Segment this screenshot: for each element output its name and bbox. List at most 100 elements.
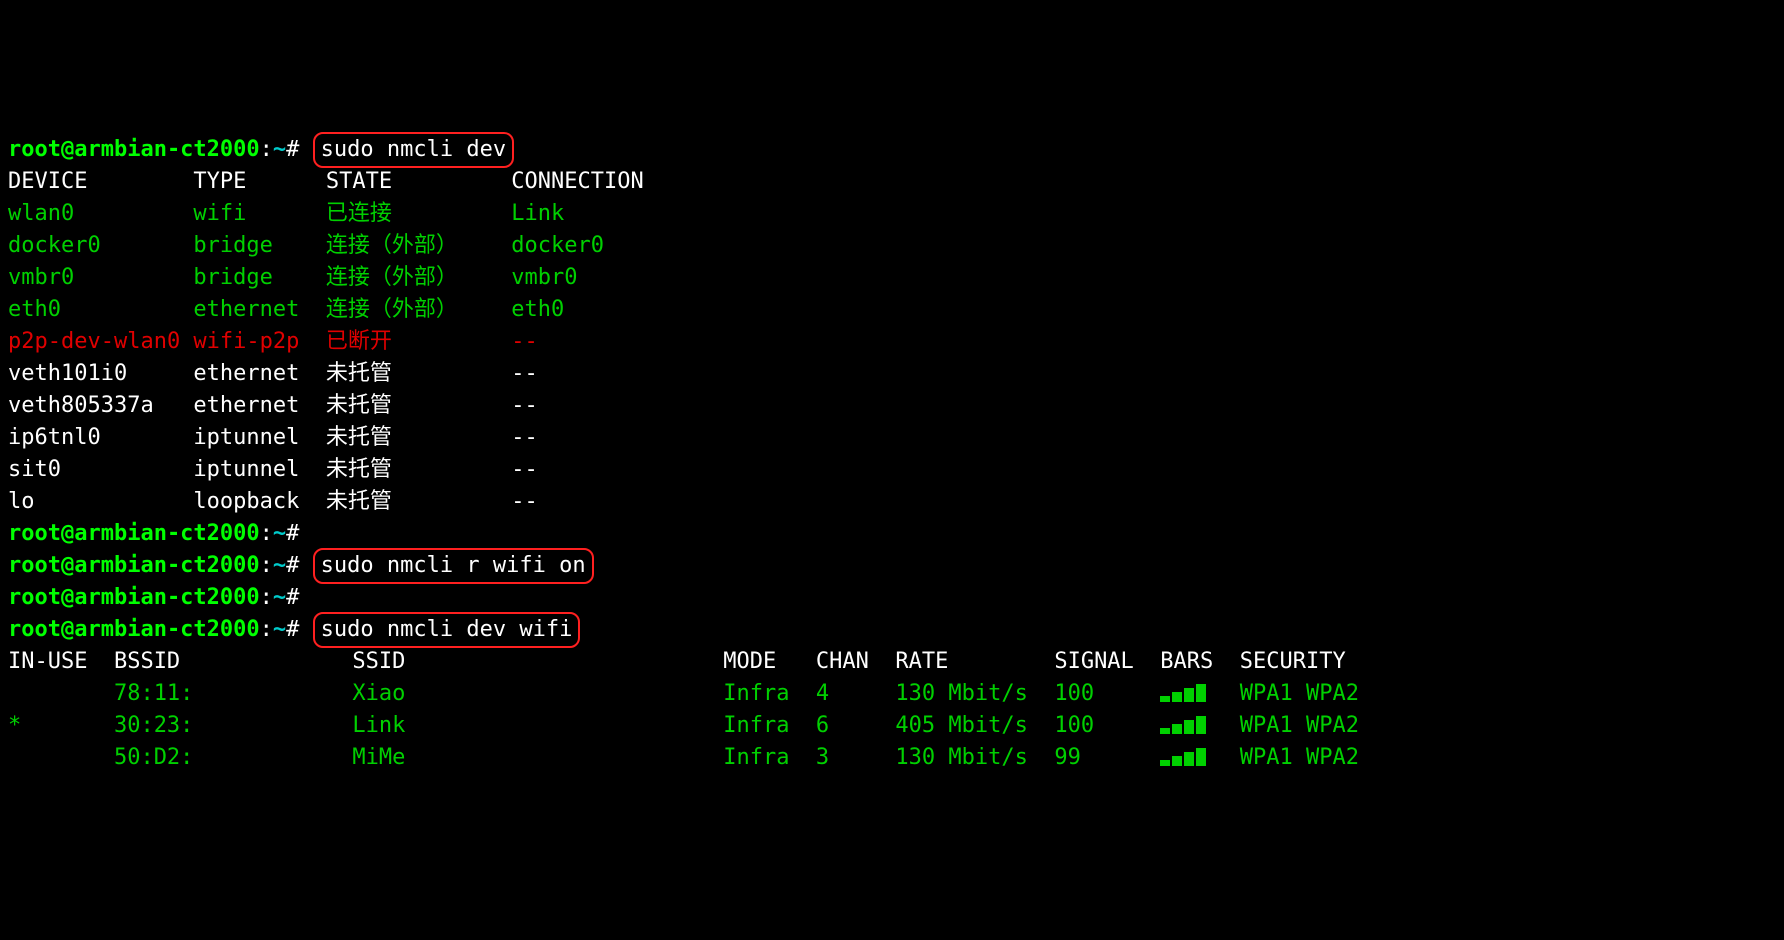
wifi-ssid: Xiao: [352, 678, 723, 710]
wifi-table-row: 50:D2:MiMeInfra3130 Mbit/s99WPA1 WPA2: [8, 742, 1776, 774]
dev-conn: --: [511, 454, 670, 486]
prompt-cwd: ~: [273, 553, 286, 578]
dev-device: wlan0: [8, 198, 193, 230]
prompt-hash: #: [286, 553, 299, 578]
wifi-chan: 6: [816, 710, 895, 742]
dev-device: veth101i0: [8, 358, 193, 390]
prompt-cwd: ~: [273, 585, 286, 610]
prompt-hash: #: [286, 617, 299, 642]
dev-table-row: docker0bridge连接（外部）docker0: [8, 230, 1776, 262]
dev-device: p2p-dev-wlan0: [8, 326, 193, 358]
prompt-colon: :: [260, 553, 273, 578]
wifi-bars: [1160, 742, 1239, 774]
hdr-state: STATE: [326, 166, 511, 198]
dev-device: veth805337a: [8, 390, 193, 422]
dev-table-row: loloopback未托管--: [8, 486, 1776, 518]
hdr-rate: RATE: [895, 646, 1054, 678]
wifi-signal: 100: [1054, 678, 1160, 710]
wifi-chan: 3: [816, 742, 895, 774]
wifi-table-row: *30:23:LinkInfra6405 Mbit/s100WPA1 WPA2: [8, 710, 1776, 742]
wifi-table-header: IN-USEBSSIDSSIDMODECHANRATESIGNALBARSSEC…: [8, 646, 1776, 678]
dev-table-row: veth101i0ethernet未托管--: [8, 358, 1776, 390]
dev-table-row: eth0ethernet连接（外部）eth0: [8, 294, 1776, 326]
prompt-colon: :: [260, 585, 273, 610]
wifi-chan: 4: [816, 678, 895, 710]
hdr-signal: SIGNAL: [1054, 646, 1160, 678]
hdr-mode: MODE: [723, 646, 816, 678]
terminal[interactable]: root@armbian-ct2000:~# sudo nmcli devDEV…: [8, 134, 1776, 774]
dev-type: wifi: [193, 198, 325, 230]
dev-type: iptunnel: [193, 422, 325, 454]
cmd-nmcli-wifi-on: sudo nmcli r wifi on: [313, 548, 594, 584]
wifi-rate: 130 Mbit/s: [895, 678, 1054, 710]
dev-state: 已连接: [326, 198, 511, 230]
hdr-inuse: IN-USE: [8, 646, 114, 678]
prompt-cwd: ~: [273, 617, 286, 642]
wifi-bssid: 50:D2:: [114, 742, 352, 774]
wifi-mode: Infra: [723, 742, 816, 774]
dev-device: lo: [8, 486, 193, 518]
dev-table-row: p2p-dev-wlan0wifi-p2p已断开--: [8, 326, 1776, 358]
wifi-ssid: MiMe: [352, 742, 723, 774]
wifi-bssid: 78:11:: [114, 678, 352, 710]
dev-table-row: ip6tnl0iptunnel未托管--: [8, 422, 1776, 454]
wifi-inuse: [8, 678, 114, 710]
cmd-text: sudo nmcli r wifi on: [321, 553, 586, 578]
cmd-nmcli-dev: sudo nmcli dev: [313, 132, 514, 168]
wifi-signal: 100: [1054, 710, 1160, 742]
dev-type: iptunnel: [193, 454, 325, 486]
wifi-table-row: 78:11:XiaoInfra4130 Mbit/s100 WPA1 WPA2: [8, 678, 1776, 710]
dev-conn: --: [511, 486, 670, 518]
wifi-rate: 130 Mbit/s: [895, 742, 1054, 774]
dev-table-header: DEVICETYPESTATECONNECTION: [8, 166, 1776, 198]
prompt-colon: :: [260, 521, 273, 546]
wifi-bssid: 30:23:: [114, 710, 352, 742]
wifi-rate: 405 Mbit/s: [895, 710, 1054, 742]
dev-state: 连接（外部）: [326, 230, 511, 262]
bars-icon: [1160, 682, 1208, 702]
dev-conn: --: [511, 326, 670, 358]
prompt-hash: #: [286, 585, 299, 610]
dev-state: 连接（外部）: [326, 262, 511, 294]
dev-state: 未托管: [326, 486, 511, 518]
dev-conn: --: [511, 422, 670, 454]
dev-type: bridge: [193, 262, 325, 294]
wifi-mode: Infra: [723, 678, 816, 710]
dev-state: 已断开: [326, 326, 511, 358]
prompt-hash: #: [286, 137, 299, 162]
hdr-bars: BARS: [1160, 646, 1239, 678]
prompt-user: root@armbian-ct2000: [8, 585, 260, 610]
dev-state: 未托管: [326, 390, 511, 422]
wifi-bars: [1160, 710, 1239, 742]
dev-device: docker0: [8, 230, 193, 262]
wifi-ssid: Link: [352, 710, 723, 742]
prompt-user: root@armbian-ct2000: [8, 521, 260, 546]
prompt-colon: :: [260, 137, 273, 162]
dev-state: 未托管: [326, 358, 511, 390]
prompt-user: root@armbian-ct2000: [8, 553, 260, 578]
dev-table-row: vmbr0bridge连接（外部）vmbr0: [8, 262, 1776, 294]
wifi-security: WPA1 WPA2: [1240, 742, 1399, 774]
dev-device: eth0: [8, 294, 193, 326]
wifi-inuse: *: [8, 710, 114, 742]
bars-icon: [1160, 714, 1208, 734]
wifi-security: WPA1 WPA2: [1240, 678, 1399, 710]
bars-icon: [1160, 746, 1208, 766]
dev-conn: vmbr0: [511, 262, 670, 294]
dev-conn: Link: [511, 198, 670, 230]
prompt-colon: :: [260, 617, 273, 642]
wifi-mode: Infra: [723, 710, 816, 742]
hdr-security: SECURITY: [1240, 646, 1399, 678]
dev-device: sit0: [8, 454, 193, 486]
wifi-inuse: [8, 742, 114, 774]
dev-type: bridge: [193, 230, 325, 262]
dev-device: vmbr0: [8, 262, 193, 294]
dev-type: loopback: [193, 486, 325, 518]
dev-device: ip6tnl0: [8, 422, 193, 454]
dev-state: 未托管: [326, 454, 511, 486]
dev-type: ethernet: [193, 294, 325, 326]
prompt-user: root@armbian-ct2000: [8, 137, 260, 162]
dev-type: wifi-p2p: [193, 326, 325, 358]
cmd-text: sudo nmcli dev: [321, 137, 506, 162]
dev-conn: docker0: [511, 230, 670, 262]
